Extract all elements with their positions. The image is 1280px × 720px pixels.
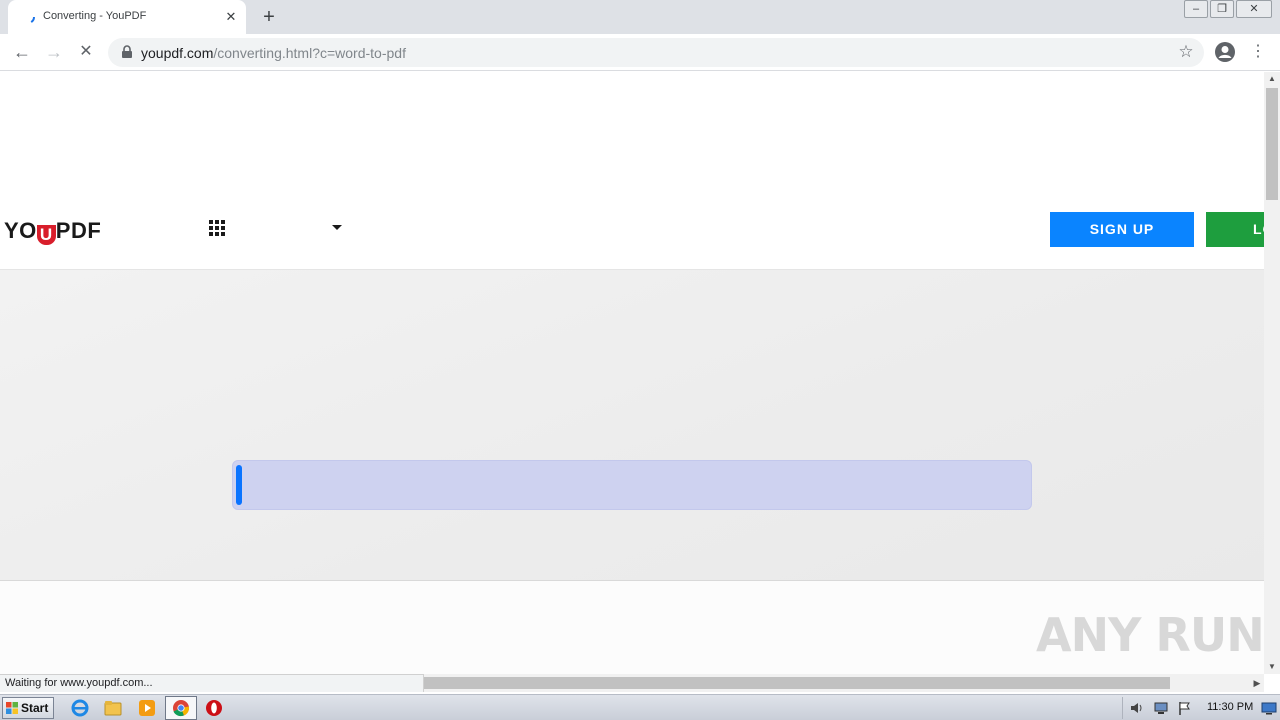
system-tray: 11:30 PM bbox=[1122, 697, 1280, 719]
url-text[interactable]: youpdf.com/converting.html?c=word-to-pdf bbox=[141, 45, 406, 61]
login-button[interactable]: LO bbox=[1206, 212, 1264, 247]
speaker-icon[interactable] bbox=[1129, 700, 1145, 716]
tab-strip: Converting - YouPDF ✕ + – ❐ ✕ bbox=[0, 0, 1280, 34]
tab-active[interactable]: Converting - YouPDF ✕ bbox=[8, 0, 246, 34]
signup-button[interactable]: SIGN UP bbox=[1050, 212, 1194, 247]
anyrun-watermark: ANY RUN bbox=[1036, 608, 1265, 662]
minimize-button[interactable]: – bbox=[1184, 0, 1208, 18]
clock: 11:30 PM bbox=[1207, 701, 1254, 713]
conversion-progress-bar bbox=[232, 460, 1032, 510]
star-icon[interactable]: ☆ bbox=[1176, 42, 1196, 62]
page-viewport: YOUPDF SIGN UP LO bbox=[0, 72, 1264, 674]
loading-favicon-icon bbox=[21, 10, 35, 24]
address-bar[interactable]: youpdf.com/converting.html?c=word-to-pdf… bbox=[108, 38, 1204, 67]
desktop-icon[interactable] bbox=[1261, 700, 1277, 716]
tab-close-icon[interactable]: ✕ bbox=[222, 8, 240, 26]
stop-icon[interactable]: ✕ bbox=[74, 40, 98, 64]
start-label: Start bbox=[21, 701, 49, 715]
account-icon[interactable] bbox=[1214, 41, 1236, 63]
taskbar: Start 11:30 PM bbox=[0, 694, 1280, 720]
url-path: /converting.html?c=word-to-pdf bbox=[213, 45, 406, 61]
scroll-up-icon[interactable]: ▲ bbox=[1264, 72, 1280, 86]
ie-icon[interactable] bbox=[70, 698, 90, 718]
horizontal-scrollbar[interactable]: ▶ bbox=[424, 674, 1264, 692]
forward-icon[interactable]: → bbox=[42, 40, 66, 64]
windows-flag-icon bbox=[6, 702, 18, 714]
lock-icon[interactable] bbox=[120, 45, 134, 59]
browser-toolbar: ← → ✕ youpdf.com/converting.html?c=word-… bbox=[0, 34, 1280, 71]
media-player-icon[interactable] bbox=[137, 698, 157, 718]
vertical-scroll-thumb[interactable] bbox=[1266, 88, 1278, 200]
close-window-button[interactable]: ✕ bbox=[1236, 0, 1272, 18]
site-header: YOUPDF SIGN UP LO bbox=[0, 197, 1264, 270]
network-icon[interactable] bbox=[1153, 700, 1169, 716]
flag-icon[interactable] bbox=[1177, 700, 1193, 716]
apps-grid-icon[interactable] bbox=[209, 220, 225, 236]
logo-prefix: YO bbox=[4, 218, 37, 243]
status-bubble: Waiting for www.youpdf.com... bbox=[0, 674, 424, 692]
logo-u-shield: U bbox=[36, 225, 56, 245]
scroll-right-icon[interactable]: ▶ bbox=[1250, 676, 1264, 690]
folder-icon[interactable] bbox=[103, 698, 123, 718]
chrome-icon[interactable] bbox=[171, 698, 191, 718]
menu-icon[interactable]: ⋮ bbox=[1250, 42, 1266, 62]
restore-button[interactable]: ❐ bbox=[1210, 0, 1234, 18]
new-tab-button[interactable]: + bbox=[258, 6, 280, 28]
url-domain: youpdf.com bbox=[141, 45, 214, 61]
scroll-down-icon[interactable]: ▼ bbox=[1264, 660, 1280, 674]
progress-fill bbox=[236, 465, 243, 505]
converting-section bbox=[0, 270, 1264, 581]
opera-icon[interactable] bbox=[204, 698, 224, 718]
back-icon[interactable]: ← bbox=[10, 40, 34, 64]
chevron-down-icon[interactable] bbox=[332, 225, 342, 230]
vertical-scrollbar[interactable]: ▲ ▼ bbox=[1264, 72, 1280, 674]
tab-title: Converting - YouPDF bbox=[43, 10, 147, 22]
start-button[interactable]: Start bbox=[2, 697, 54, 719]
logo-suffix: PDF bbox=[55, 218, 102, 243]
site-logo[interactable]: YO U PDF bbox=[4, 218, 101, 245]
horizontal-scroll-thumb[interactable] bbox=[424, 677, 1170, 689]
